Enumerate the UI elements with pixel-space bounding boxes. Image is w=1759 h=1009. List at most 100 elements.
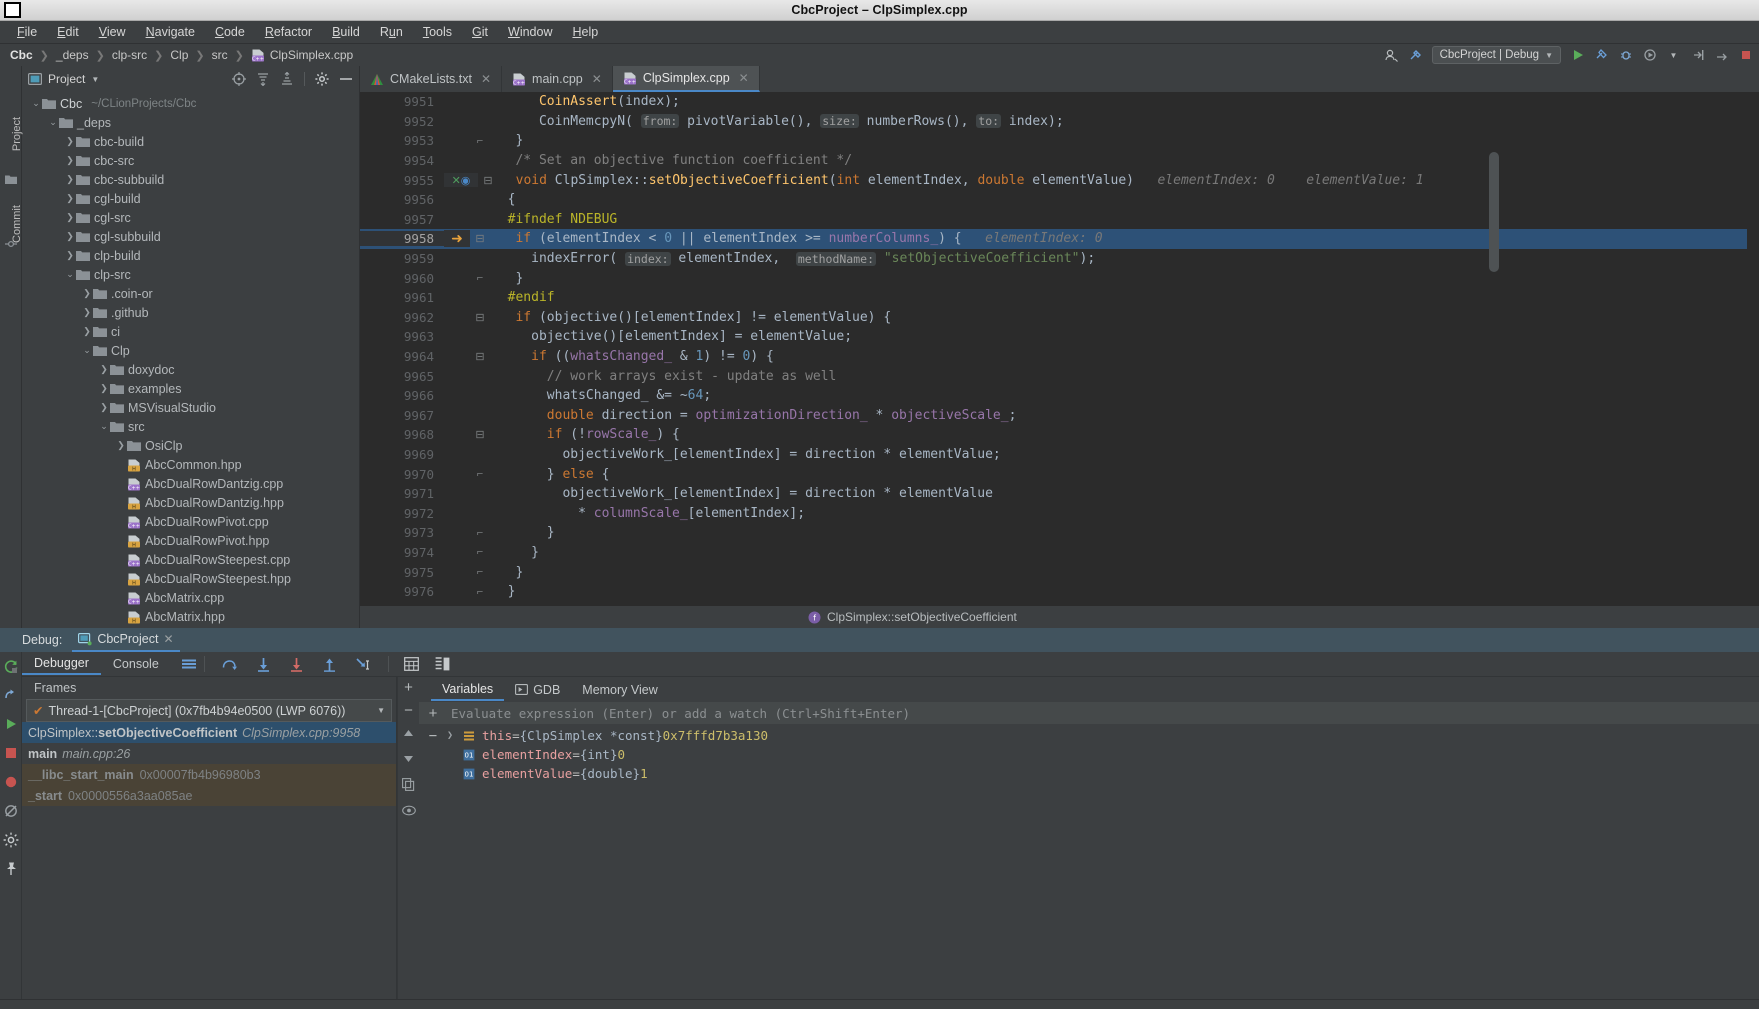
tree-node-osiclp[interactable]: ❯ OsiClp: [22, 436, 359, 455]
view-breakpoints-icon[interactable]: [3, 774, 19, 790]
tree-node-cgl-src[interactable]: ❯ cgl-src: [22, 208, 359, 227]
expand-all-icon[interactable]: [256, 72, 270, 86]
debug-button[interactable]: [1618, 48, 1633, 63]
tree-node-clp[interactable]: ⌄ Clp: [22, 341, 359, 360]
stop-button[interactable]: [1738, 48, 1753, 63]
chevron-down-icon[interactable]: ▼: [377, 706, 385, 715]
variable-row[interactable]: − ❯ this = {ClpSimplex *const} 0x7fffd7b3a…: [419, 726, 1759, 745]
run-to-cursor-icon[interactable]: [355, 657, 372, 672]
menu-item-run[interactable]: Run: [370, 23, 413, 41]
debug-session-tab[interactable]: CbcProject ✕: [72, 628, 180, 652]
code-line[interactable]: 9970 ⌐ } else {: [360, 464, 1747, 484]
step-over-icon[interactable]: [1714, 48, 1729, 63]
tree-node-clp-build[interactable]: ❯ clp-build: [22, 246, 359, 265]
chevron-down-icon[interactable]: ▼: [1666, 48, 1681, 63]
menu-item-build[interactable]: Build: [322, 23, 370, 41]
fold-end-icon[interactable]: ⌐: [470, 546, 490, 558]
frame-row[interactable]: main main.cpp:26: [22, 743, 396, 764]
menu-item-navigate[interactable]: Navigate: [136, 23, 205, 41]
tree-node-msvisualstudio[interactable]: ❯ MSVisualStudio: [22, 398, 359, 417]
collapse-all-icon[interactable]: [280, 72, 294, 86]
breadcrumb-item-clpsimplex-cpp[interactable]: C++ ClpSimplex.cpp: [251, 48, 353, 62]
resume-program-icon[interactable]: [3, 687, 19, 703]
code-area[interactable]: 9951 CoinAssert (index); 9952 CoinMemcpyN(…: [360, 92, 1759, 628]
tab-memory-view[interactable]: Memory View: [571, 680, 668, 700]
tree-node-examples[interactable]: ❯ examples: [22, 379, 359, 398]
tab-console[interactable]: Console: [101, 654, 171, 674]
chevron-down-icon[interactable]: ▼: [91, 75, 99, 84]
code-lines[interactable]: 9951 CoinAssert (index); 9952 CoinMemcpyN(…: [360, 92, 1747, 601]
evaluate-expression-icon[interactable]: [403, 657, 419, 671]
thread-selector[interactable]: ✔ Thread-1-[CbcProject] (0x7fb4b94e0500 …: [26, 699, 392, 722]
code-line[interactable]: 9955 ✕◉ ⊟ void ClpSimplex:: setObjectiveCoe…: [360, 170, 1747, 190]
watch-expression-row[interactable]: + Evaluate expression (Enter) or add a w…: [419, 702, 1759, 724]
chevron-down-icon[interactable]: ⌄: [98, 421, 110, 432]
chevron-right-icon[interactable]: ❯: [98, 364, 110, 375]
move-down-icon[interactable]: [402, 753, 415, 764]
code-line[interactable]: 9972 * columnScale_ [elementIndex];: [360, 503, 1747, 523]
code-line[interactable]: 9969 objectiveWork_[elementIndex] = dire…: [360, 445, 1747, 465]
chevron-down-icon[interactable]: ⌄: [81, 345, 93, 356]
code-line[interactable]: 9975 ⌐ }: [360, 562, 1747, 582]
chevron-right-icon[interactable]: ❯: [64, 250, 76, 261]
frame-row[interactable]: __libc_start_main 0x00007fb4b96980b3: [22, 764, 396, 785]
chevron-right-icon[interactable]: ❯: [81, 288, 93, 299]
remove-watch-icon[interactable]: −: [404, 703, 413, 718]
code-line[interactable]: 9973 ⌐ }: [360, 523, 1747, 543]
select-opened-file-icon[interactable]: [232, 72, 246, 86]
menu-item-help[interactable]: Help: [562, 23, 608, 41]
step-over-icon[interactable]: [221, 657, 238, 671]
variable-row[interactable]: 01 elementIndex = {int} 0: [419, 745, 1759, 764]
code-line[interactable]: 9974 ⌐ }: [360, 543, 1747, 563]
code-line[interactable]: 9953 ⌐ }: [360, 131, 1747, 151]
frame-row[interactable]: ClpSimplex:: setObjectiveCoefficient ClpSi…: [22, 722, 396, 743]
code-line[interactable]: 9961 #endif: [360, 288, 1747, 308]
tree-node-abcdualrowpivot-cpp[interactable]: C++ AbcDualRowPivot.cpp: [22, 512, 359, 531]
step-into-icon[interactable]: [256, 657, 271, 672]
build-hammer-icon[interactable]: [1408, 48, 1423, 63]
code-line[interactable]: 9959 indexError( index: elementIndex, me…: [360, 249, 1747, 269]
chevron-right-icon[interactable]: ❯: [81, 326, 93, 337]
stop-icon[interactable]: [3, 745, 19, 761]
close-icon[interactable]: ✕: [163, 632, 173, 646]
add-watch-icon[interactable]: +: [419, 705, 447, 722]
breadcrumb-item-src[interactable]: src: [212, 48, 228, 62]
rerun-icon[interactable]: [3, 658, 19, 674]
user-avatar-icon[interactable]: [1384, 48, 1399, 63]
run-with-coverage-button[interactable]: [1642, 48, 1657, 63]
chevron-down-icon[interactable]: ⌄: [30, 98, 42, 109]
close-icon[interactable]: ✕: [481, 72, 491, 86]
tree-node-cgl-subbuild[interactable]: ❯ cgl-subbuild: [22, 227, 359, 246]
menu-item-window[interactable]: Window: [498, 23, 562, 41]
move-up-icon[interactable]: [402, 728, 415, 739]
code-line[interactable]: 9964 ⊟ if ((whatsChanged_ & 1) != 0) {: [360, 347, 1747, 367]
code-line[interactable]: 9965 // work arrays exist - update as we…: [360, 366, 1747, 386]
force-step-into-icon[interactable]: [289, 657, 304, 672]
tree-node-abcdualrowpivot-hpp[interactable]: H AbcDualRowPivot.hpp: [22, 531, 359, 550]
close-icon[interactable]: ✕: [592, 72, 602, 86]
hide-panel-icon[interactable]: [339, 72, 353, 86]
tree-node-cbc-src[interactable]: ❯ cbc-src: [22, 151, 359, 170]
chevron-right-icon[interactable]: ❯: [64, 136, 76, 147]
add-watch-icon[interactable]: +: [404, 680, 413, 695]
editor-tab-main-cpp[interactable]: C++ main.cpp ✕: [502, 66, 613, 92]
tree-node-abcdualrowdantzig-cpp[interactable]: C++ AbcDualRowDantzig.cpp: [22, 474, 359, 493]
run-configuration-selector[interactable]: CbcProject | Debug ▼: [1431, 46, 1561, 64]
fold-collapse-icon[interactable]: ⊟: [470, 311, 490, 324]
code-line[interactable]: 9952 CoinMemcpyN( from: pivotVariable(),…: [360, 112, 1747, 132]
breadcrumb-item--deps[interactable]: _deps: [56, 48, 89, 62]
tree-node--github[interactable]: ❯ .github: [22, 303, 359, 322]
editor-scrollbar[interactable]: [1747, 92, 1759, 628]
fold-end-icon[interactable]: ⌐: [470, 566, 490, 578]
tree-node-cgl-build[interactable]: ❯ cgl-build: [22, 189, 359, 208]
frame-list[interactable]: ClpSimplex:: setObjectiveCoefficient ClpSi…: [22, 722, 396, 999]
show-variables-layout-icon[interactable]: [435, 657, 450, 671]
layout-settings-icon[interactable]: [181, 657, 197, 671]
fold-end-icon[interactable]: ⌐: [470, 527, 490, 539]
menu-item-tools[interactable]: Tools: [413, 23, 462, 41]
pin-tab-icon[interactable]: [3, 861, 19, 877]
menu-item-file[interactable]: File: [7, 23, 47, 41]
code-line[interactable]: 9971 objectiveWork_[elementIndex] = dire…: [360, 484, 1747, 504]
watch-input-placeholder[interactable]: Evaluate expression (Enter) or add a wat…: [447, 705, 1759, 721]
tab-variables[interactable]: Variables: [431, 679, 505, 701]
